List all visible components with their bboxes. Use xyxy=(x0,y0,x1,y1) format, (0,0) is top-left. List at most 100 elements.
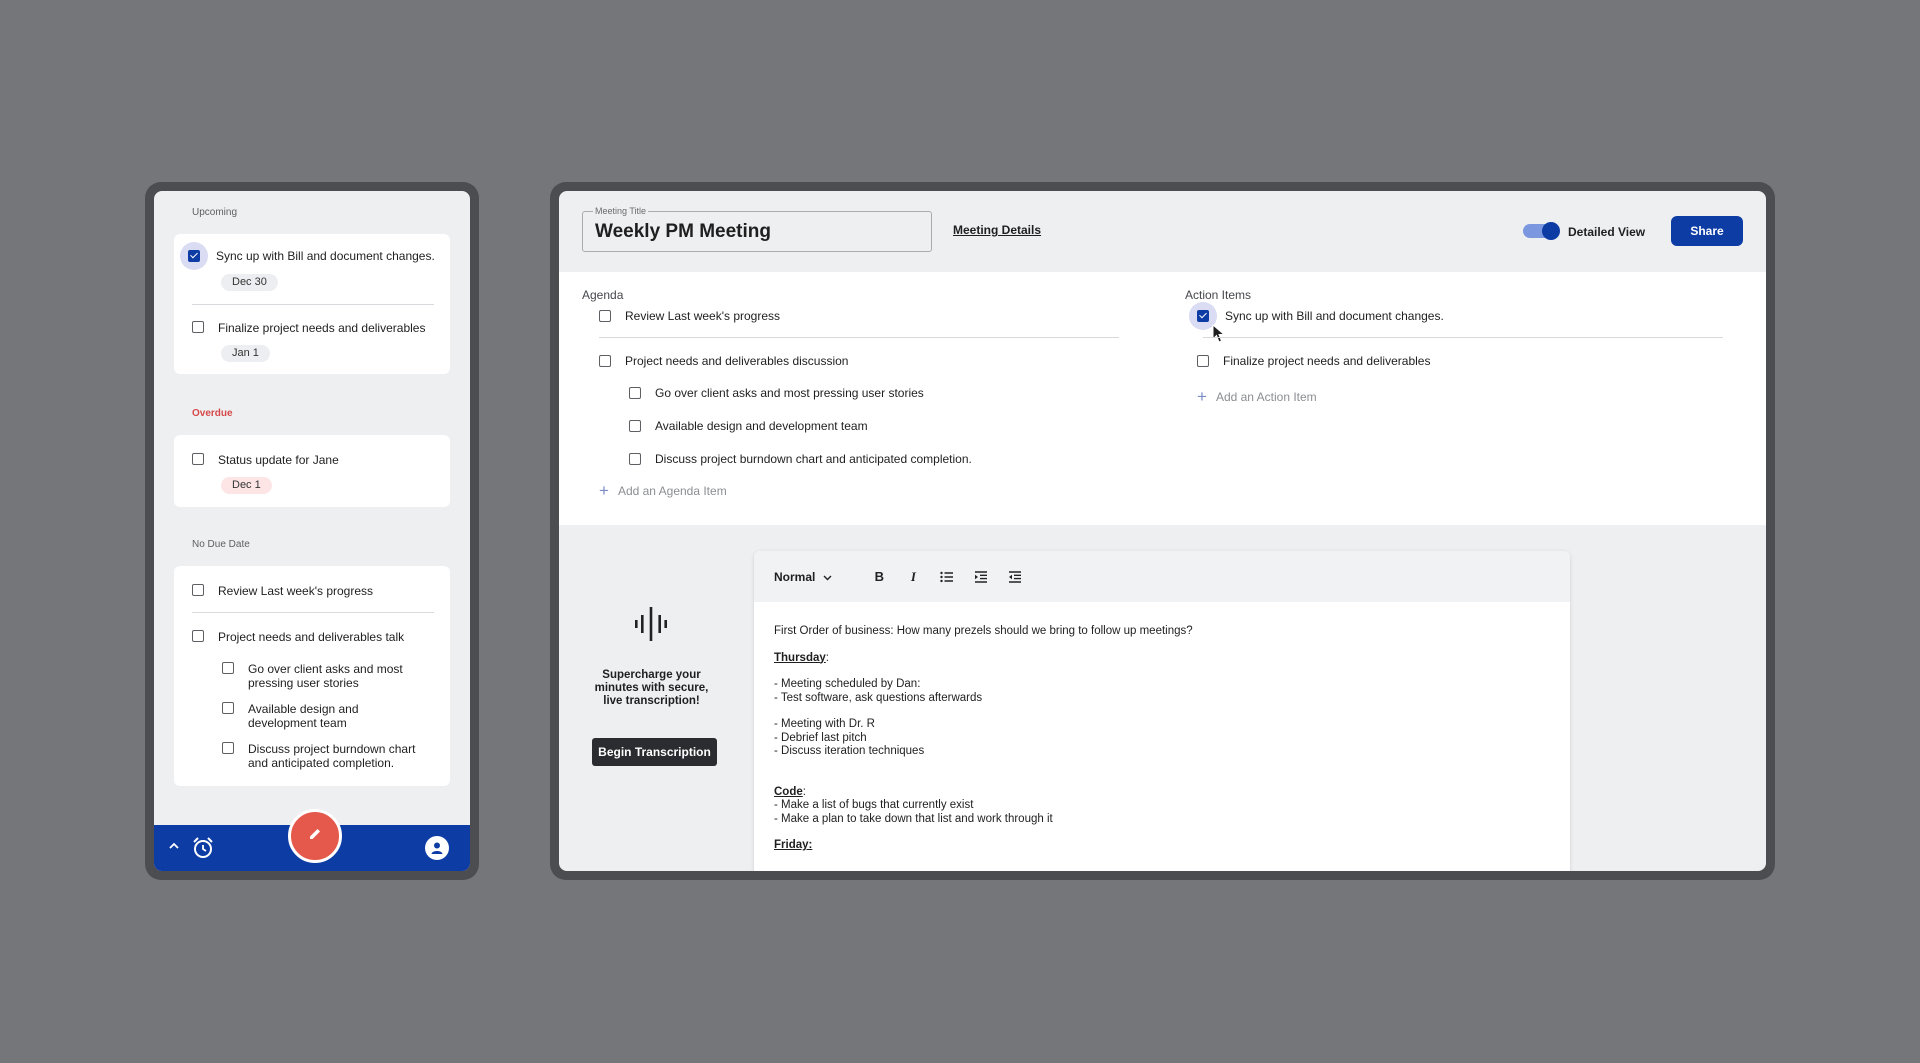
sub-list-item[interactable]: Available design and development team xyxy=(222,702,428,730)
list-item[interactable]: Sync up with Bill and document changes. xyxy=(180,242,435,270)
agenda-sub-item[interactable]: Go over client asks and most pressing us… xyxy=(629,386,924,400)
doc-line: First Order of business: How many prezel… xyxy=(774,625,1193,637)
list-item[interactable]: Review Last week's progress xyxy=(192,584,373,598)
action-item[interactable]: Sync up with Bill and document changes. xyxy=(1189,302,1444,330)
checkbox[interactable] xyxy=(192,453,204,465)
outdent-icon[interactable] xyxy=(998,567,1032,587)
agenda-sub-item[interactable]: Discuss project burndown chart and antic… xyxy=(629,452,972,466)
section-overdue: Overdue xyxy=(192,408,233,419)
checkbox[interactable] xyxy=(222,742,234,754)
chevron-down-icon xyxy=(823,570,832,584)
editor-content[interactable]: First Order of business: How many prezel… xyxy=(754,602,1570,871)
task-label: Discuss project burndown chart and antic… xyxy=(248,742,416,770)
edit-icon xyxy=(307,826,323,847)
indent-icon[interactable] xyxy=(964,567,998,587)
checkbox[interactable] xyxy=(1197,355,1209,367)
action-item-label: Finalize project needs and deliverables xyxy=(1223,354,1431,368)
meeting-title-field[interactable]: Meeting Title Weekly PM Meeting xyxy=(582,206,932,252)
task-label: Sync up with Bill and document changes. xyxy=(216,249,435,263)
toggle-knob[interactable] xyxy=(1542,222,1560,240)
list-item[interactable]: Status update for Jane xyxy=(192,453,339,467)
agenda-sub-item-label: Available design and development team xyxy=(655,419,868,433)
add-action-item-button[interactable]: + Add an Action Item xyxy=(1197,387,1317,406)
doc-line: - Discuss iteration techniques xyxy=(774,745,925,757)
bold-icon[interactable]: B xyxy=(862,567,896,587)
task-label: Review Last week's progress xyxy=(218,584,374,598)
checkbox-halo[interactable] xyxy=(180,242,208,270)
agenda-sub-item[interactable]: Available design and development team xyxy=(629,419,868,433)
checkbox[interactable] xyxy=(192,321,204,333)
no-due-card: Review Last week's progress Project need… xyxy=(174,566,450,786)
transcription-promo-text: Supercharge your minutes with secure, li… xyxy=(594,669,709,707)
doc-heading: Friday: xyxy=(774,839,813,851)
doc-line: - Meeting scheduled by Dan: xyxy=(774,678,921,690)
checkbox[interactable] xyxy=(629,420,641,432)
doc-heading: Code xyxy=(774,785,803,798)
list-item[interactable]: Finalize project needs and deliverables xyxy=(192,321,425,335)
mobile-screen: Upcoming Sync up with Bill and document … xyxy=(154,191,470,871)
add-agenda-item-button[interactable]: + Add an Agenda Item xyxy=(599,481,727,500)
divider xyxy=(192,612,434,613)
add-agenda-item-label: Add an Agenda Item xyxy=(617,484,727,498)
plus-icon: + xyxy=(599,481,609,500)
bulleted-list-icon[interactable] xyxy=(930,567,964,587)
plus-icon: + xyxy=(1197,387,1207,406)
checkbox[interactable] xyxy=(192,584,204,596)
edit-fab-button[interactable] xyxy=(288,809,342,863)
doc-line: Code: xyxy=(774,785,806,798)
meeting-title-value[interactable]: Weekly PM Meeting xyxy=(595,221,771,243)
alarm-icon[interactable] xyxy=(191,836,215,865)
begin-transcription-button[interactable]: Begin Transcription xyxy=(592,738,717,766)
divider xyxy=(599,337,1119,338)
doc-line: - Debrief last pitch xyxy=(774,731,867,744)
account-icon[interactable] xyxy=(425,836,449,860)
doc-line: Thursday: xyxy=(774,651,829,664)
doc-line: - Test software, ask questions afterward… xyxy=(774,691,983,704)
task-label: Status update for Jane xyxy=(218,453,339,467)
share-button[interactable]: Share xyxy=(1671,216,1743,246)
agenda-item[interactable]: Project needs and deliverables discussio… xyxy=(599,354,848,368)
agenda-heading: Agenda xyxy=(582,288,624,302)
editor-toolbar: Normal B I xyxy=(754,551,1570,602)
checkbox[interactable] xyxy=(599,355,611,367)
doc-heading: Thursday xyxy=(774,651,826,664)
checkbox[interactable] xyxy=(222,662,234,674)
meeting-details-link[interactable]: Meeting Details xyxy=(953,223,1041,237)
agenda-item-label: Project needs and deliverables discussio… xyxy=(625,354,849,368)
date-chip-overdue: Dec 1 xyxy=(221,477,272,494)
date-chip: Jan 1 xyxy=(221,345,270,362)
checkbox[interactable] xyxy=(629,387,641,399)
notes-editor[interactable]: Normal B I First Order of business: How … xyxy=(754,551,1570,871)
sub-list-item[interactable]: Go over client asks and most pressing us… xyxy=(222,662,428,690)
italic-icon[interactable]: I xyxy=(896,567,930,587)
agenda-item[interactable]: Review Last week's progress xyxy=(599,309,780,323)
doc-line: - Make a plan to take down that list and… xyxy=(774,812,1053,825)
checkbox[interactable] xyxy=(222,702,234,714)
task-label: Finalize project needs and deliverables xyxy=(218,321,426,335)
voice-waveform-icon xyxy=(634,606,668,647)
chevron-up-icon[interactable] xyxy=(168,839,180,857)
text-style-select[interactable]: Normal xyxy=(774,570,832,584)
section-upcoming: Upcoming xyxy=(192,207,238,218)
task-label: Project needs and deliverables talk xyxy=(218,630,405,644)
checkbox[interactable] xyxy=(599,310,611,322)
detailed-view-label: Detailed View xyxy=(1568,225,1646,239)
checkbox-checked[interactable] xyxy=(1197,310,1209,322)
divider xyxy=(1203,337,1723,338)
doc-line: - Meeting with Dr. R xyxy=(774,718,875,730)
agenda-item-label: Review Last week's progress xyxy=(625,309,781,323)
list-item[interactable]: Project needs and deliverables talk xyxy=(192,630,404,644)
checkbox[interactable] xyxy=(192,630,204,642)
task-label: Go over client asks and most pressing us… xyxy=(248,662,403,690)
task-label: Available design and development team xyxy=(248,702,359,730)
section-no-due-date: No Due Date xyxy=(192,539,250,550)
add-action-item-label: Add an Action Item xyxy=(1215,390,1317,404)
sub-list-item[interactable]: Discuss project burndown chart and antic… xyxy=(222,742,428,770)
divider xyxy=(192,304,434,305)
checkbox[interactable] xyxy=(629,453,641,465)
text-style-value: Normal xyxy=(774,569,816,584)
tablet-screen: Meeting Title Weekly PM Meeting Meeting … xyxy=(559,191,1766,871)
action-item[interactable]: Finalize project needs and deliverables xyxy=(1197,354,1430,368)
checkbox-checked[interactable] xyxy=(188,250,200,262)
action-item-label: Sync up with Bill and document changes. xyxy=(1225,309,1444,323)
